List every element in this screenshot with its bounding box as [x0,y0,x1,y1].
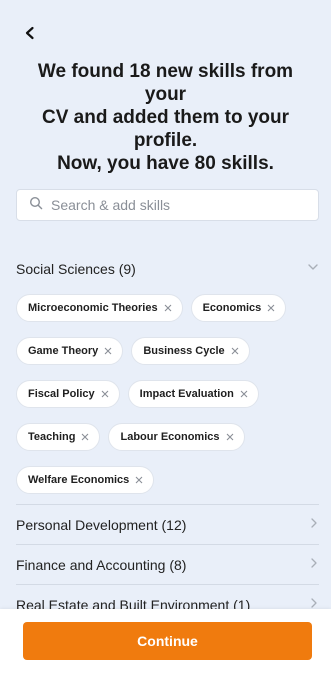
category-header-social-sciences[interactable]: Social Sciences (9) [16,258,319,280]
category-label: Finance and Accounting (8) [16,556,187,573]
continue-button[interactable]: Continue [23,622,312,660]
skill-chip[interactable]: Teaching [16,423,101,451]
skill-chip[interactable]: Game Theory [16,337,124,365]
skill-chip-label: Business Cycle [143,345,225,357]
skill-chip[interactable]: Economics [190,294,287,322]
skill-chip[interactable]: Labour Economics [108,423,245,451]
search-input[interactable] [51,197,301,213]
skill-chip[interactable]: Microeconomic Theories [16,294,183,322]
chevron-left-icon [23,26,37,45]
title-line: profile. [133,130,198,151]
category-row-personal-development[interactable]: Personal Development (12) [16,504,319,544]
close-icon[interactable] [267,304,275,312]
close-icon[interactable] [104,347,112,355]
skill-chip-list: Microeconomic Theories Economics Game Th… [16,294,319,494]
back-button[interactable] [18,24,42,46]
close-icon[interactable] [240,390,248,398]
skill-chip-label: Labour Economics [120,431,220,443]
skill-chip-label: Impact Evaluation [139,388,234,400]
skill-chip-label: Fiscal Policy [28,388,95,400]
title-line: CV and added them to your [41,107,290,128]
category-row-finance-accounting[interactable]: Finance and Accounting (8) [16,544,319,584]
skill-chip[interactable]: Business Cycle [131,337,250,365]
search-box[interactable] [16,189,319,221]
close-icon[interactable] [101,390,109,398]
category-label: Social Sciences (9) [16,261,136,277]
title-line: We found 18 new skills from your [37,61,294,105]
skill-chip[interactable]: Welfare Economics [16,466,155,494]
category-label: Personal Development (12) [16,516,187,533]
bottom-action-bar: Continue [0,609,331,676]
chevron-right-icon [309,556,319,574]
close-icon[interactable] [231,347,239,355]
close-icon[interactable] [164,304,172,312]
skill-chip[interactable]: Fiscal Policy [16,380,120,408]
close-icon[interactable] [81,433,89,441]
search-icon [29,196,51,215]
skill-chip-label: Welfare Economics [28,474,130,486]
skill-chip-label: Teaching [28,431,76,443]
page-title: We found 18 new skills from your CV and … [16,60,315,175]
skill-chip-label: Game Theory [28,345,99,357]
close-icon[interactable] [226,433,234,441]
skill-chip-label: Economics [202,302,262,314]
close-icon[interactable] [135,476,143,484]
skill-chip-label: Microeconomic Theories [28,302,158,314]
chevron-right-icon [309,516,319,534]
chevron-down-icon [307,260,319,278]
skill-chip[interactable]: Impact Evaluation [127,380,259,408]
title-line: Now, you have 80 skills. [57,153,274,174]
